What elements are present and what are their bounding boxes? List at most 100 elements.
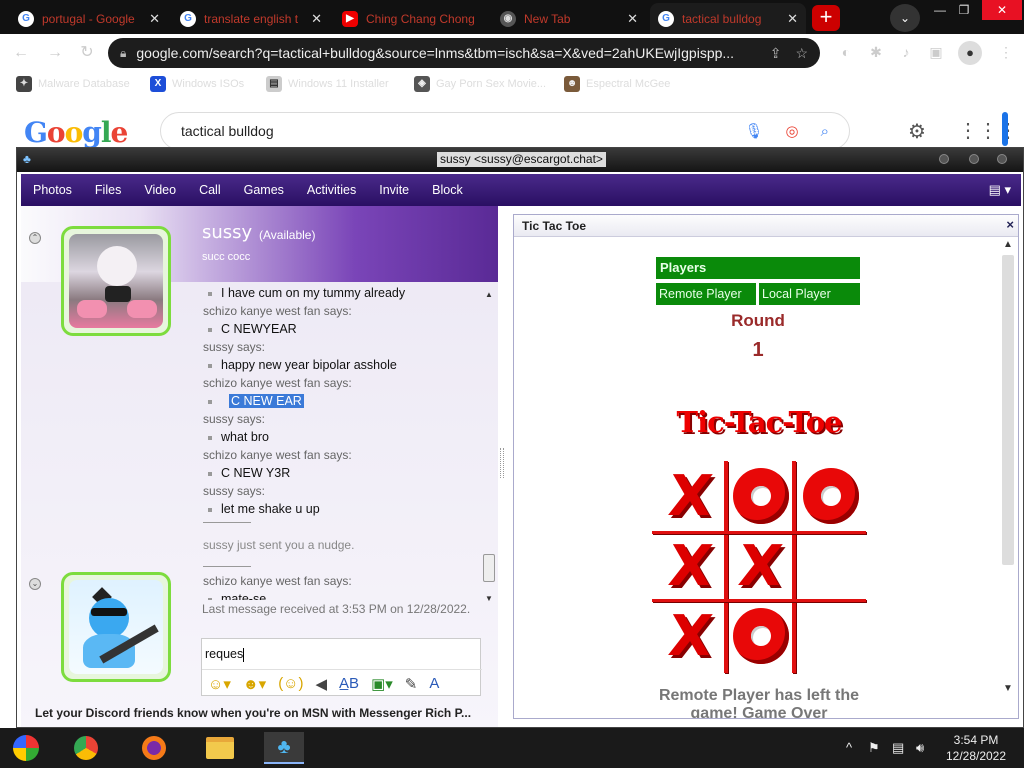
google-search-box[interactable]: tactical bulldog 🎙︎ ◎ ⌕ bbox=[160, 112, 850, 150]
wink-icon[interactable]: ☻▾ bbox=[243, 675, 266, 693]
board-cell[interactable] bbox=[728, 603, 794, 669]
board-cell[interactable] bbox=[798, 603, 864, 669]
microphone-icon[interactable]: 🎙︎ bbox=[744, 122, 763, 140]
close-window-icon[interactable]: ✕ bbox=[982, 0, 1022, 20]
contact-status: (Available) bbox=[259, 228, 316, 242]
new-tab-button[interactable]: + bbox=[812, 5, 840, 31]
scroll-up-icon[interactable]: ▲ bbox=[1003, 239, 1013, 250]
maximize-button[interactable] bbox=[969, 154, 979, 164]
bookmark-espectral-mcgee[interactable]: ☻ Espectral McGee bbox=[564, 76, 670, 92]
bookmark-windows-isos[interactable]: X Windows ISOs bbox=[150, 76, 244, 92]
font-style-icon[interactable]: A̲B bbox=[339, 675, 359, 692]
scroll-up-icon[interactable]: ▲ bbox=[485, 290, 493, 299]
my-avatar[interactable] bbox=[61, 572, 171, 682]
profile-avatar-icon[interactable]: ● bbox=[958, 41, 982, 65]
volume-icon[interactable]: 🔊︎ bbox=[916, 740, 924, 756]
side-panel-icon[interactable]: ▣ bbox=[926, 42, 946, 62]
tab-portugal[interactable]: G portugal - Google ✕ bbox=[10, 3, 168, 34]
pane-splitter[interactable] bbox=[500, 448, 504, 478]
share-icon[interactable]: ⇪ bbox=[770, 45, 782, 62]
nudge-icon[interactable]: (☺) bbox=[278, 675, 303, 692]
close-button[interactable] bbox=[997, 154, 1007, 164]
search-query[interactable]: tactical bulldog bbox=[181, 123, 722, 139]
board-cell[interactable]: X bbox=[658, 533, 724, 599]
sign-in-button[interactable] bbox=[1002, 112, 1008, 146]
menu-call[interactable]: Call bbox=[199, 183, 221, 197]
discord-rich-presence-banner[interactable]: Let your Discord friends know when you'r… bbox=[35, 706, 471, 720]
minimize-button[interactable] bbox=[939, 154, 949, 164]
board-cell[interactable]: X bbox=[658, 463, 724, 529]
google-logo[interactable]: Google bbox=[24, 116, 128, 149]
options-menu-icon[interactable]: ▤ ▾ bbox=[989, 182, 1011, 198]
tab-youtube[interactable]: ▶ Ching Chang Chong bbox=[334, 3, 488, 34]
menu-files[interactable]: Files bbox=[95, 183, 121, 197]
close-activity-icon[interactable]: × bbox=[1006, 217, 1014, 232]
voice-clip-icon[interactable]: ◀︎ bbox=[316, 675, 328, 693]
chrome-taskbar-icon[interactable] bbox=[66, 732, 106, 764]
search-icon[interactable]: ⌕ bbox=[821, 123, 829, 140]
bookmark-windows-11-installer[interactable]: ▤ Windows 11 Installer bbox=[266, 76, 389, 92]
board-cell[interactable] bbox=[798, 463, 864, 529]
text-format-icon[interactable]: A bbox=[429, 675, 439, 692]
media-icon[interactable]: ♪ bbox=[896, 42, 916, 62]
menu-block[interactable]: Block bbox=[432, 183, 463, 197]
message-input-text[interactable]: reques bbox=[205, 647, 245, 662]
firefox-taskbar-icon[interactable] bbox=[134, 732, 174, 764]
menu-video[interactable]: Video bbox=[144, 183, 176, 197]
tab-tactical-bulldog[interactable]: G tactical bulldog ✕ bbox=[650, 3, 806, 34]
scroll-thumb[interactable] bbox=[483, 554, 495, 582]
scroll-down-icon[interactable]: ▼ bbox=[1003, 683, 1013, 694]
board-cell[interactable] bbox=[798, 533, 864, 599]
camera-lens-icon[interactable]: ◎ bbox=[786, 122, 799, 140]
messenger-taskbar-icon[interactable]: ♣ bbox=[264, 732, 304, 764]
site-icon: ☻ bbox=[564, 76, 580, 92]
message-input[interactable]: reques ☺▾ ☻▾ (☺) ◀︎ A̲B ▣▾ ✎ A bbox=[201, 638, 482, 696]
more-menu-icon[interactable]: ⋮ bbox=[996, 42, 1016, 62]
close-tab-icon[interactable]: ✕ bbox=[627, 11, 638, 27]
bookmark-star-icon[interactable]: ☆ bbox=[795, 45, 808, 62]
contact-avatar[interactable] bbox=[61, 226, 171, 336]
settings-gear-icon[interactable]: ⚙ bbox=[908, 119, 926, 144]
expand-icon[interactable]: ⌄ bbox=[29, 578, 41, 590]
background-icon[interactable]: ▣▾ bbox=[371, 675, 393, 693]
menu-invite[interactable]: Invite bbox=[379, 183, 409, 197]
system-clock[interactable]: 3:54 PM 12/28/2022 bbox=[940, 732, 1012, 764]
activity-scrollbar[interactable]: ▲ ▼ bbox=[999, 237, 1017, 717]
menu-activities[interactable]: Activities bbox=[307, 183, 356, 197]
show-hidden-icons[interactable]: ^ bbox=[846, 740, 852, 755]
handwriting-icon[interactable]: ✎ bbox=[405, 675, 418, 693]
reload-icon[interactable]: ↻ bbox=[76, 42, 98, 64]
menu-games[interactable]: Games bbox=[244, 183, 284, 197]
back-icon[interactable]: ← bbox=[10, 42, 32, 64]
file-explorer-icon[interactable] bbox=[200, 732, 240, 764]
bookmark-malware-database[interactable]: ✦ Malware Database bbox=[16, 76, 130, 92]
board-cell[interactable]: X bbox=[728, 533, 794, 599]
menu-photos[interactable]: Photos bbox=[33, 183, 72, 197]
close-tab-icon[interactable]: ✕ bbox=[149, 11, 160, 27]
bookmark-movie[interactable]: ◈ Gay Porn Sex Movie... bbox=[414, 76, 546, 92]
messenger-title-bar[interactable]: ♣ sussy <sussy@escargot.chat> bbox=[17, 148, 1023, 172]
scroll-down-icon[interactable]: ▼ bbox=[485, 594, 493, 603]
action-center-flag-icon[interactable]: ⚑ bbox=[868, 740, 880, 756]
emoticon-icon[interactable]: ☺▾ bbox=[208, 675, 231, 693]
close-tab-icon[interactable]: ✕ bbox=[311, 11, 322, 27]
extension-flag-icon[interactable]: ◐ bbox=[836, 42, 856, 62]
close-tab-icon[interactable]: ✕ bbox=[787, 11, 798, 27]
collapse-icon[interactable]: ⌃ bbox=[29, 232, 41, 244]
tab-translate[interactable]: G translate english t ✕ bbox=[172, 3, 330, 34]
board-cell[interactable]: X bbox=[658, 603, 724, 669]
tab-search-icon[interactable]: ⌄ bbox=[890, 4, 920, 32]
forward-icon[interactable]: → bbox=[44, 42, 66, 64]
extensions-puzzle-icon[interactable]: ✱ bbox=[866, 42, 886, 62]
address-bar[interactable]: 🔒︎ google.com/search?q=tactical+bulldog&… bbox=[108, 38, 820, 68]
scroll-thumb[interactable] bbox=[1002, 255, 1014, 565]
minimize-icon[interactable]: — bbox=[928, 0, 952, 20]
apps-grid-icon[interactable]: ⋮⋮⋮ bbox=[958, 118, 1018, 143]
start-button-icon[interactable] bbox=[6, 732, 46, 764]
tab-new-tab[interactable]: ◉ New Tab ✕ bbox=[492, 3, 646, 34]
chat-scrollbar[interactable]: ▲ ▼ bbox=[483, 290, 495, 610]
network-icon[interactable]: ▤ bbox=[892, 740, 904, 756]
message-text: I have cum on my tummy already bbox=[207, 286, 406, 300]
board-cell[interactable] bbox=[728, 463, 794, 529]
restore-icon[interactable]: ❐ bbox=[952, 0, 976, 20]
